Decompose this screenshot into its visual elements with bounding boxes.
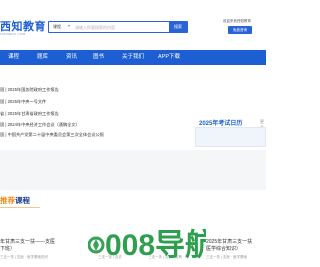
course-card[interactable]: 2025年甘肃三支一扶 医学综合知识） 三支一扶 | 支医 · 医学基础 [205,218,266,263]
exam-calendar-panel [195,127,266,147]
course-title-line2: 下班） [0,246,16,252]
news-list: 国 | 2025年国务院政府工作报告 国 | 2025年中央一号文件 省 | 2… [0,70,185,150]
chevron-down-icon: ▾ [68,23,71,28]
section-divider-band [0,150,266,190]
course-meta: 三支一扶 | 支医 · 医学基础 [206,255,247,259]
nav-item-about[interactable]: 关于我们 [122,50,144,65]
search-button[interactable]: 搜索 [169,22,187,32]
watermark-logo: 008导航 [88,228,206,262]
search-input[interactable] [75,22,171,32]
search-category-select[interactable]: 课程 [53,24,61,30]
recommended-title: 推荐课程 [0,195,30,206]
nav-item-books[interactable]: 图书 [93,50,104,65]
nav-item-app-download[interactable]: APP下载 [158,50,180,65]
nav-item-courses[interactable]: 课程 [8,50,19,65]
course-title: 2025年甘肃三支一扶 [206,239,253,245]
free-consult-button[interactable]: 免费咨询 [228,26,252,34]
watermark-text: 008导航 [105,228,206,262]
site-logo-domain: XIZHIEDU.COM [0,32,26,36]
course-title: 年甘肃三支一扶——支医 [0,239,56,245]
main-nav: 课程 题库 资讯 图书 关于我们 APP下载 [0,50,266,65]
welcome-text: 欢迎来到西知教育 [223,19,251,23]
recommended-title-part1: 推荐 [0,196,15,205]
nav-item-news[interactable]: 资讯 [66,50,77,65]
site-header: 西知教育 XIZHIEDU.COM 课程 ▾ 搜索 欢迎来到西知教育 免费咨询 [0,0,266,50]
news-item[interactable]: 国 | 2025年国务院政府工作报告 [0,87,59,93]
course-meta: 三支一扶 | 支医 · 医学基础知识 [0,255,48,259]
section-underline [0,207,40,208]
course-title-line2: 医学综合知识） [206,246,242,252]
news-item[interactable]: 国 | 2024年中央经济工作会议（通稿全文） [0,122,80,128]
news-item[interactable]: 国 | 中国共产党第二十届中央委员会第三次全体会议公报 [0,132,104,138]
recommended-title-part2: 课程 [15,196,30,205]
exam-calendar-header: 2025年考试日历 更多 [195,117,266,130]
news-item[interactable]: 国 | 2025年中央一号文件 [0,99,46,105]
search-bar: 课程 ▾ 搜索 [48,21,188,33]
nav-item-question-bank[interactable]: 题库 [37,50,48,65]
course-card[interactable]: 年甘肃三支一扶——支医 下班） 三支一扶 | 支医 · 医学基础知识 [0,218,66,263]
exam-calendar-title: 2025年考试日历 [199,121,243,127]
news-item[interactable]: 省 | 2025年甘肃省政府工作报告 [0,111,59,117]
